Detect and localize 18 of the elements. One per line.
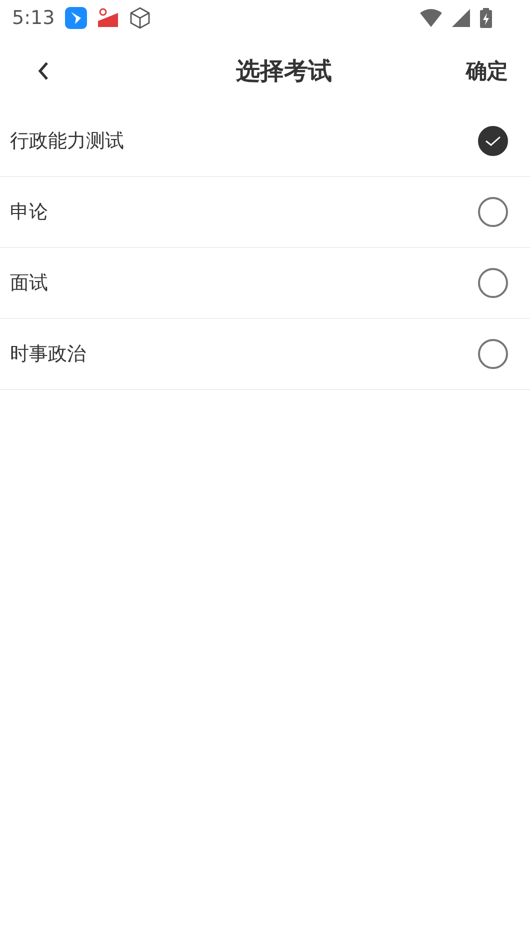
status-time: 5:13: [12, 7, 55, 29]
battery-icon: [480, 8, 492, 28]
confirm-button[interactable]: 确定: [466, 57, 508, 85]
signal-icon: [452, 9, 470, 27]
back-icon[interactable]: [36, 60, 50, 82]
app-icon: [64, 7, 87, 29]
exam-option[interactable]: 时事政治: [0, 319, 530, 390]
radio-icon[interactable]: [478, 339, 508, 369]
checked-radio-icon[interactable]: [478, 126, 508, 156]
exam-option[interactable]: 面试: [0, 248, 530, 319]
page-title: 选择考试: [236, 56, 332, 87]
radio-icon[interactable]: [478, 197, 508, 227]
wifi-icon: [420, 9, 442, 27]
app-icon: [96, 7, 119, 29]
cube-icon: [128, 7, 151, 29]
radio-icon[interactable]: [478, 268, 508, 298]
exam-option[interactable]: 行政能力测试: [0, 106, 530, 177]
exam-option[interactable]: 申论: [0, 177, 530, 248]
